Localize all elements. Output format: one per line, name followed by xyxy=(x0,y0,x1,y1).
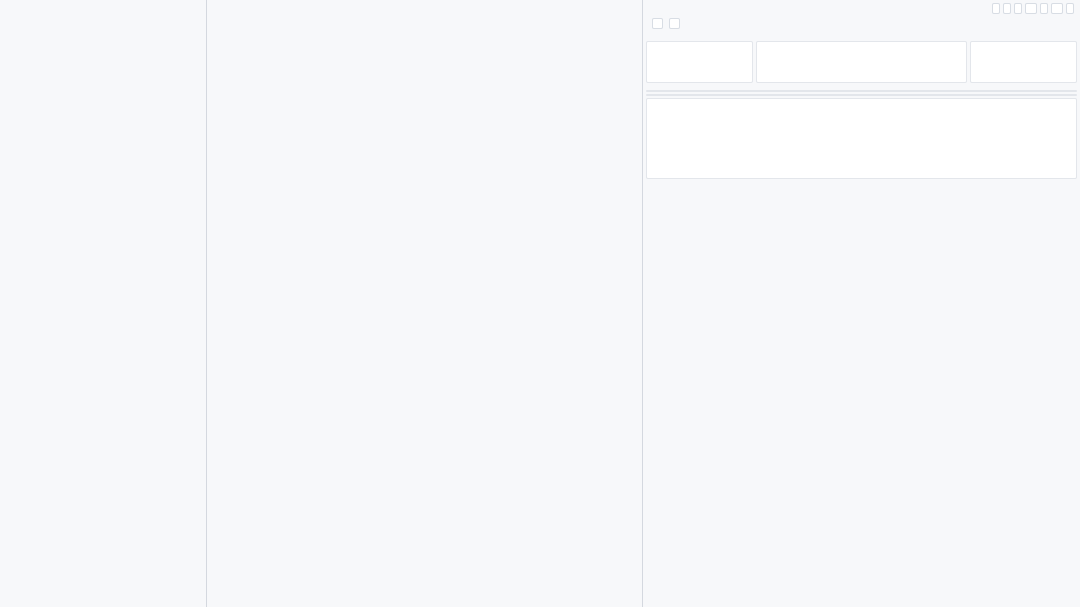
window-pgbouncer-overview xyxy=(0,0,207,607)
save-icon[interactable] xyxy=(1003,3,1011,14)
catalog-header xyxy=(646,1,1077,16)
window-pg-table-catalog xyxy=(643,0,1080,607)
zoom-out-icon[interactable] xyxy=(1040,3,1048,14)
panel-relation-kind xyxy=(970,41,1077,83)
panel-namespace-schema xyxy=(646,41,753,83)
settings-icon[interactable] xyxy=(1014,3,1022,14)
time-range-picker[interactable] xyxy=(1025,3,1037,14)
desktop xyxy=(0,0,1080,607)
panels-icon[interactable] xyxy=(992,3,1000,14)
panel-relation xyxy=(755,41,968,83)
variable-select-instance[interactable] xyxy=(652,17,663,29)
refresh-button[interactable] xyxy=(1051,3,1063,14)
variables-row xyxy=(646,16,1077,30)
variable-select-relation[interactable] xyxy=(669,17,680,29)
relation-size-panel xyxy=(646,98,1077,179)
attributes-panel xyxy=(646,90,1077,92)
indexes-panel xyxy=(646,94,1077,96)
section-catalog[interactable] xyxy=(646,30,1077,40)
relation-size-treemap xyxy=(649,100,1074,176)
relation-cards-row xyxy=(646,41,1077,83)
window-pgbouncer-charts xyxy=(207,0,643,607)
tv-mode-icon[interactable] xyxy=(1066,3,1074,14)
